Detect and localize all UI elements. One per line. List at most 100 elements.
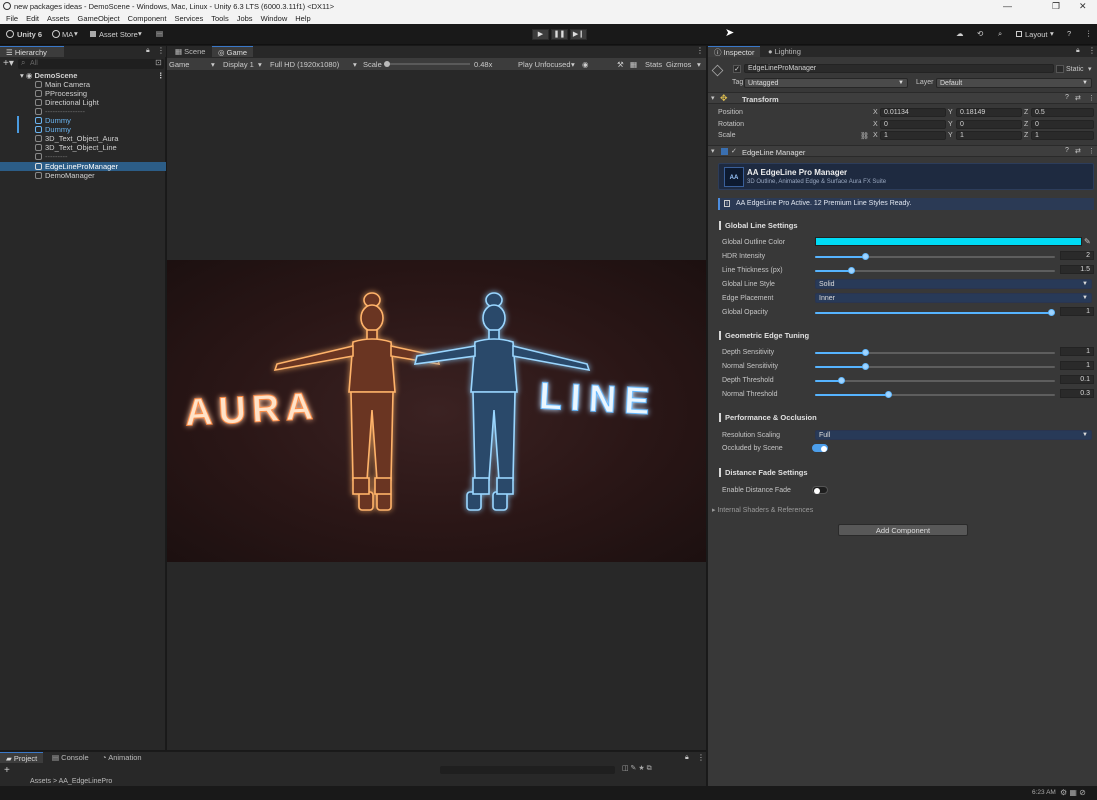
- hierarchy-item[interactable]: 3D_Text_Object_Aura: [0, 134, 166, 143]
- outline-color-swatch[interactable]: [815, 237, 1082, 246]
- component-menu-icon[interactable]: ⋮: [1088, 147, 1095, 155]
- panel-menu-icon[interactable]: ⋮: [697, 753, 705, 762]
- edge-placement-dropdown[interactable]: Inner ▼: [815, 293, 1092, 303]
- menu-file[interactable]: File: [6, 14, 18, 23]
- tab-scene[interactable]: ▦ Scene: [169, 46, 211, 57]
- panel-menu-icon[interactable]: ⋮: [696, 46, 704, 55]
- search-filter-icon[interactable]: ⊡: [155, 58, 162, 67]
- tab-inspector[interactable]: ⓘ Inspector: [708, 46, 761, 57]
- account-button[interactable]: MA: [62, 30, 73, 39]
- normal-sensitivity-value[interactable]: 1: [1060, 361, 1094, 370]
- tab-lighting[interactable]: ● Lighting: [762, 46, 807, 57]
- normal-sensitivity-slider[interactable]: [815, 362, 1055, 371]
- menu-jobs[interactable]: Jobs: [237, 14, 253, 23]
- hierarchy-item[interactable]: Dummy: [0, 125, 166, 134]
- add-asset-button[interactable]: +: [4, 765, 10, 776]
- help-icon[interactable]: ?: [1067, 29, 1071, 38]
- line-style-dropdown[interactable]: Solid ▼: [815, 279, 1092, 289]
- gizmos-button[interactable]: Gizmos: [666, 60, 691, 69]
- hierarchy-item[interactable]: 3D_Text_Object_Line: [0, 143, 166, 152]
- tab-console[interactable]: ▤ Console: [46, 752, 95, 763]
- game-viewport[interactable]: AURA LINE: [167, 260, 706, 562]
- menu-edit[interactable]: Edit: [26, 14, 39, 23]
- scene-menu-icon[interactable]: ⋮: [157, 71, 165, 80]
- distance-fade-toggle[interactable]: [812, 486, 828, 494]
- filter-icons[interactable]: ◫ ✎ ★ ⧉: [622, 764, 652, 773]
- global-opacity-slider[interactable]: [815, 308, 1055, 317]
- asset-store-button[interactable]: Asset Store: [99, 30, 138, 39]
- menu-gameobject[interactable]: GameObject: [78, 14, 120, 23]
- panel-menu-icon[interactable]: ⋮: [1088, 46, 1096, 55]
- internal-foldout[interactable]: ▸ Internal Shaders & References: [712, 506, 813, 514]
- rotation-z-field[interactable]: 0: [1031, 120, 1094, 129]
- panel-menu-icon[interactable]: ⋮: [157, 46, 165, 55]
- hierarchy-item[interactable]: PProcessing: [0, 89, 166, 98]
- step-button[interactable]: ▶❙: [570, 29, 587, 40]
- hierarchy-item[interactable]: Main Camera: [0, 80, 166, 89]
- status-icons[interactable]: ⚙ ▦ ⊘: [1060, 788, 1086, 797]
- depth-threshold-value[interactable]: 0.1: [1060, 375, 1094, 384]
- display-dropdown[interactable]: Display 1: [223, 60, 254, 69]
- hierarchy-item-selected[interactable]: EdgeLineProManager: [0, 162, 166, 171]
- preset-icon[interactable]: ⇄: [1075, 94, 1081, 102]
- lock-icon[interactable]: 🔒︎: [146, 47, 150, 55]
- tools-icon[interactable]: ⚒: [617, 60, 624, 69]
- hierarchy-search-input[interactable]: All: [18, 59, 164, 69]
- menu-icon[interactable]: ⋮: [1085, 29, 1093, 38]
- lock-icon[interactable]: 🔒︎: [685, 754, 689, 762]
- depth-sensitivity-slider[interactable]: [815, 348, 1055, 357]
- hierarchy-item[interactable]: ----------------: [0, 107, 166, 116]
- object-name-field[interactable]: EdgeLineProManager: [744, 64, 1054, 73]
- line-thickness-slider[interactable]: [815, 266, 1055, 275]
- stats-button[interactable]: Stats: [645, 60, 662, 69]
- lock-icon[interactable]: 🔒︎: [1076, 47, 1080, 55]
- transform-header[interactable]: ▾ ✥ Transform ? ⇄ ⋮: [708, 92, 1097, 104]
- rotation-x-field[interactable]: 0: [880, 120, 946, 129]
- position-y-field[interactable]: 0.18149: [956, 108, 1022, 117]
- search-icon[interactable]: ⌕: [998, 29, 1002, 39]
- layout-dropdown[interactable]: Layout: [1025, 30, 1048, 39]
- minimize-icon[interactable]: —: [1003, 1, 1012, 11]
- project-search-input[interactable]: [440, 766, 615, 774]
- normal-threshold-value[interactable]: 0.3: [1060, 389, 1094, 398]
- menu-component[interactable]: Component: [128, 14, 167, 23]
- menu-services[interactable]: Services: [174, 14, 203, 23]
- normal-threshold-slider[interactable]: [815, 390, 1055, 399]
- tab-hierarchy[interactable]: ☰ Hierarchy: [0, 46, 64, 57]
- hierarchy-item[interactable]: DemoManager: [0, 171, 166, 180]
- menu-tools[interactable]: Tools: [211, 14, 229, 23]
- help-icon[interactable]: ?: [1065, 94, 1069, 101]
- audio-icon[interactable]: ◉: [582, 60, 589, 69]
- link-icon[interactable]: ⛓: [860, 132, 869, 140]
- global-opacity-value[interactable]: 1: [1060, 307, 1094, 316]
- edgeline-component-header[interactable]: ▾ ✓ EdgeLine Manager ? ⇄ ⋮: [708, 145, 1097, 157]
- hdr-intensity-slider[interactable]: [815, 252, 1055, 261]
- close-icon[interactable]: ✕: [1079, 1, 1087, 12]
- layer-dropdown[interactable]: Default ▼: [936, 78, 1092, 88]
- scale-slider-knob[interactable]: [384, 61, 390, 67]
- tab-game[interactable]: ◎ Game: [212, 46, 254, 57]
- occluded-toggle[interactable]: [812, 444, 828, 452]
- depth-threshold-slider[interactable]: [815, 376, 1055, 385]
- package-icon[interactable]: ▤: [156, 29, 163, 38]
- component-menu-icon[interactable]: ⋮: [1088, 94, 1095, 102]
- hdr-intensity-value[interactable]: 2: [1060, 251, 1094, 260]
- project-breadcrumb[interactable]: Assets > AA_EdgeLinePro: [30, 778, 112, 785]
- scale-y-field[interactable]: 1: [956, 131, 1022, 140]
- menu-window[interactable]: Window: [261, 14, 288, 23]
- add-component-button[interactable]: Add Component: [838, 524, 968, 536]
- tab-project[interactable]: ▰ Project: [0, 752, 44, 763]
- static-checkbox[interactable]: [1056, 65, 1064, 73]
- position-z-field[interactable]: 0.5: [1031, 108, 1094, 117]
- scale-slider[interactable]: [386, 63, 470, 65]
- depth-sensitivity-value[interactable]: 1: [1060, 347, 1094, 356]
- help-icon[interactable]: ?: [1065, 147, 1069, 154]
- pause-button[interactable]: ❚❚: [551, 29, 568, 40]
- component-enabled-checkbox[interactable]: ✓: [731, 147, 737, 155]
- tag-dropdown[interactable]: Untagged ▼: [744, 78, 908, 88]
- scale-x-field[interactable]: 1: [880, 131, 946, 140]
- resolution-dropdown[interactable]: Full HD (1920x1080): [270, 60, 339, 69]
- grid-icon[interactable]: ▦: [630, 60, 637, 69]
- menu-help[interactable]: Help: [295, 14, 310, 23]
- hierarchy-item[interactable]: Dummy: [0, 116, 166, 125]
